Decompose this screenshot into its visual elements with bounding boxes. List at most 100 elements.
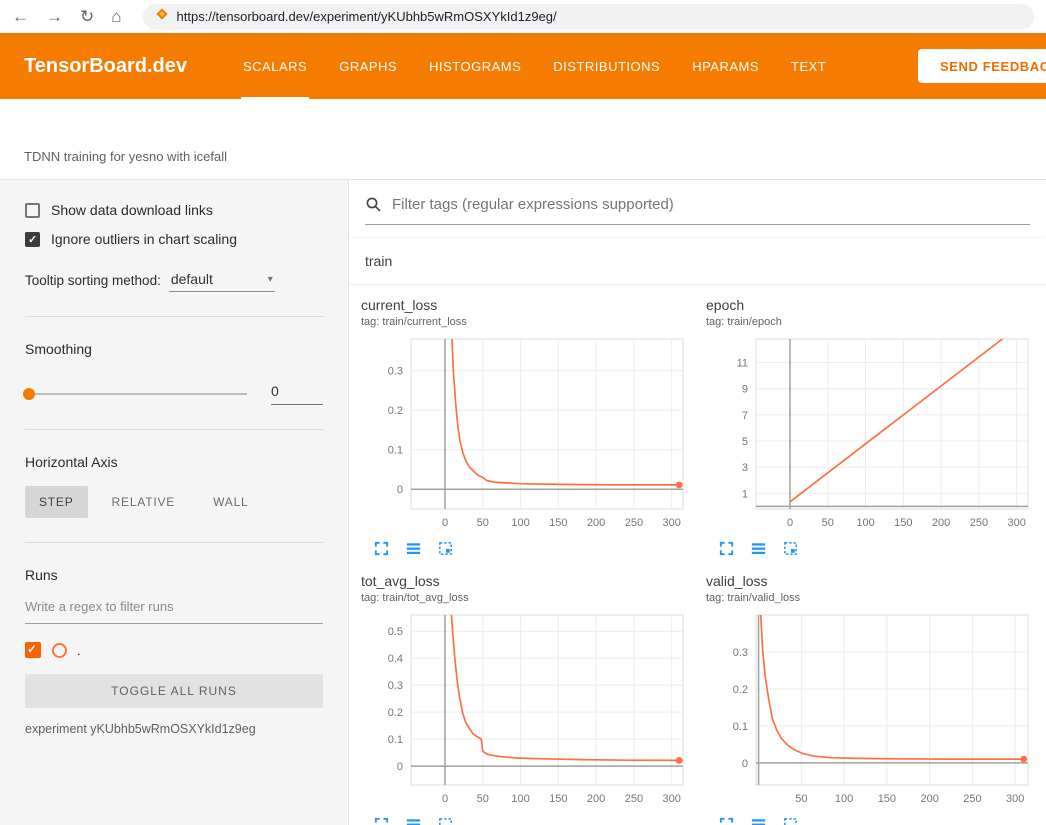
url-text: https://tensorboard.dev/experiment/yKUbh… [177, 9, 557, 24]
chart-toolbar [718, 816, 1046, 825]
svg-text:0: 0 [397, 761, 403, 773]
tab-hparams[interactable]: HPARAMS [676, 33, 775, 99]
data-table-icon[interactable] [750, 540, 767, 557]
chart-card-tot_avg_loss: tot_avg_losstag: train/tot_avg_loss00.10… [361, 573, 701, 825]
svg-text:0.5: 0.5 [388, 626, 403, 638]
chart-title: tot_avg_loss [361, 573, 701, 589]
data-table-icon[interactable] [405, 540, 422, 557]
chart-plot-current_loss[interactable]: 00.10.20.3050100150200250300 [361, 334, 696, 536]
tag-filter-input[interactable] [390, 195, 1030, 214]
svg-text:11: 11 [737, 358, 748, 370]
svg-text:0.1: 0.1 [388, 445, 403, 457]
chart-title: current_loss [361, 297, 701, 313]
svg-text:250: 250 [625, 517, 643, 529]
runs-filter-input[interactable] [25, 599, 323, 624]
fullscreen-icon[interactable] [718, 540, 735, 557]
smoothing-slider-row: 0 [25, 383, 323, 405]
svg-text:0.2: 0.2 [388, 707, 403, 719]
chart-card-epoch: epochtag: train/epoch1357911050100150200… [706, 297, 1046, 557]
chart-toolbar [373, 540, 701, 557]
svg-text:50: 50 [477, 793, 489, 805]
experiment-id-label: experiment yKUbhb5wRmOSXYkId1z9eg [25, 722, 323, 736]
main: train current_losstag: train/current_los… [349, 180, 1046, 825]
page: ← → ↻ ⌂ https://tensorboard.dev/experime… [0, 0, 1046, 825]
tag-group-header[interactable]: train [349, 238, 1046, 285]
svg-text:100: 100 [856, 517, 874, 529]
run-name: . [77, 643, 81, 658]
fullscreen-icon[interactable] [373, 540, 390, 557]
data-table-icon[interactable] [405, 816, 422, 825]
svg-text:100: 100 [511, 517, 529, 529]
svg-text:0.3: 0.3 [388, 680, 403, 692]
show-download-checkbox[interactable] [25, 203, 40, 218]
fit-selection-icon[interactable] [782, 816, 799, 825]
smoothing-slider[interactable] [25, 393, 247, 395]
run-row[interactable]: . [25, 642, 323, 658]
divider [25, 429, 323, 430]
chart-tag: tag: train/epoch [706, 316, 1046, 328]
tab-graphs[interactable]: GRAPHS [323, 33, 413, 99]
svg-text:0: 0 [442, 793, 448, 805]
svg-text:0.2: 0.2 [733, 684, 748, 696]
chart-title: valid_loss [706, 573, 1046, 589]
show-download-row[interactable]: Show data download links [25, 202, 323, 218]
tooltip-sorting-row: Tooltip sorting method: default ▾ [25, 271, 323, 292]
fullscreen-icon[interactable] [718, 816, 735, 825]
tab-distributions[interactable]: DISTRIBUTIONS [537, 33, 676, 99]
smoothing-slider-thumb[interactable] [23, 388, 35, 400]
axis-button-step[interactable]: STEP [25, 486, 88, 518]
address-bar[interactable]: https://tensorboard.dev/experiment/yKUbh… [143, 4, 1034, 30]
fit-selection-icon[interactable] [437, 816, 454, 825]
tab-text[interactable]: TEXT [775, 33, 842, 99]
tag-group-title: train [365, 253, 392, 269]
svg-text:50: 50 [822, 517, 834, 529]
chart-tag: tag: train/tot_avg_loss [361, 592, 701, 604]
chart-plot-valid_loss[interactable]: 00.10.20.350100150200250300 [706, 610, 1041, 812]
sidebar: Show data download links Ignore outliers… [0, 180, 349, 825]
divider [25, 316, 323, 317]
svg-text:0: 0 [787, 517, 793, 529]
chart-plot-tot_avg_loss[interactable]: 00.10.20.30.40.5050100150200250300 [361, 610, 696, 812]
run-color-icon [52, 643, 67, 658]
ignore-outliers-checkbox[interactable] [25, 232, 40, 247]
send-feedback-button[interactable]: SEND FEEDBACK [918, 49, 1046, 83]
tooltip-sorting-value: default [171, 271, 213, 287]
site-icon [155, 7, 169, 26]
svg-text:250: 250 [963, 793, 981, 805]
toggle-all-runs-button[interactable]: TOGGLE ALL RUNS [25, 674, 323, 708]
run-checkbox[interactable] [25, 642, 41, 658]
data-table-icon[interactable] [750, 816, 767, 825]
svg-text:300: 300 [662, 793, 680, 805]
ignore-outliers-label: Ignore outliers in chart scaling [51, 231, 237, 247]
browser-chrome: ← → ↻ ⌂ https://tensorboard.dev/experime… [0, 0, 1046, 33]
reload-icon[interactable]: ↻ [80, 8, 94, 25]
svg-text:200: 200 [932, 517, 950, 529]
chart-toolbar [718, 540, 1046, 557]
chart-plot-epoch[interactable]: 1357911050100150200250300 [706, 334, 1041, 536]
home-icon[interactable]: ⌂ [111, 8, 121, 25]
fit-selection-icon[interactable] [437, 540, 454, 557]
svg-text:9: 9 [742, 384, 748, 396]
smoothing-value[interactable]: 0 [271, 383, 323, 405]
tab-scalars[interactable]: SCALARS [227, 33, 323, 99]
fullscreen-icon[interactable] [373, 816, 390, 825]
svg-text:300: 300 [1007, 517, 1025, 529]
forward-icon[interactable]: → [46, 8, 63, 25]
svg-text:150: 150 [549, 793, 567, 805]
svg-text:300: 300 [662, 517, 680, 529]
chevron-down-icon: ▾ [268, 274, 273, 285]
tooltip-sorting-label: Tooltip sorting method: [25, 273, 161, 292]
ignore-outliers-row[interactable]: Ignore outliers in chart scaling [25, 231, 323, 247]
brand[interactable]: TensorBoard.dev [0, 33, 187, 99]
fit-selection-icon[interactable] [782, 540, 799, 557]
chart-card-valid_loss: valid_losstag: train/valid_loss00.10.20.… [706, 573, 1046, 825]
nav-tabs: SCALARSGRAPHSHISTOGRAMSDISTRIBUTIONSHPAR… [227, 33, 842, 99]
axis-button-wall[interactable]: WALL [199, 486, 262, 518]
svg-text:0.3: 0.3 [388, 366, 403, 378]
axis-button-relative[interactable]: RELATIVE [98, 486, 190, 518]
tooltip-sorting-select[interactable]: default ▾ [169, 271, 275, 292]
svg-text:0.3: 0.3 [733, 647, 748, 659]
back-icon[interactable]: ← [12, 8, 29, 25]
tab-histograms[interactable]: HISTOGRAMS [413, 33, 537, 99]
app-header: TensorBoard.dev SCALARSGRAPHSHISTOGRAMSD… [0, 33, 1046, 99]
